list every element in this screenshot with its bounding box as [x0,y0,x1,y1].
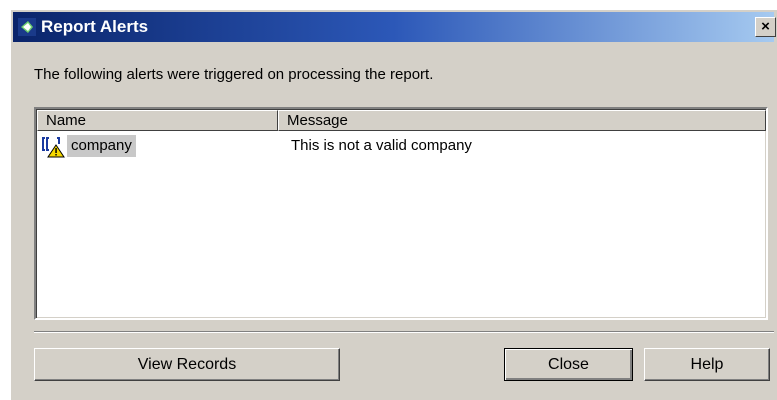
warning-icon [42,137,65,158]
alert-description: The following alerts were triggered on p… [34,66,434,83]
alert-message: This is not a valid company [291,137,472,154]
title-bar[interactable]: Report Alerts × [13,12,776,42]
view-records-button[interactable]: View Records [34,348,340,381]
report-alerts-dialog: Report Alerts × The following alerts wer… [10,9,777,400]
column-header-name[interactable]: Name [37,110,278,131]
alert-name: company [67,135,136,157]
app-icon [18,18,36,36]
help-button[interactable]: Help [644,348,770,381]
window-title: Report Alerts [41,17,149,36]
divider-highlight [34,332,774,333]
column-header-message[interactable]: Message [278,110,766,131]
close-button[interactable]: Close [504,348,633,381]
close-window-button[interactable]: × [755,17,776,37]
alerts-list[interactable]: Name Message company This is not a valid… [34,107,768,320]
